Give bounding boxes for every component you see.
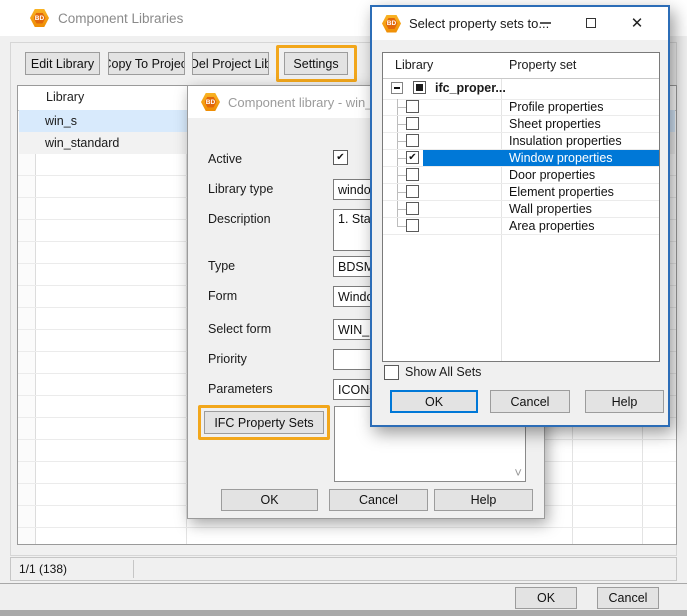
property-set-row[interactable]: ✔ Area properties <box>383 218 659 235</box>
library-column-header: Library <box>46 90 84 104</box>
root-tristate-checkbox[interactable] <box>413 81 426 94</box>
minimize-icon <box>540 22 551 24</box>
tree-connector-tick <box>397 124 406 125</box>
property-set-checkbox[interactable]: ✔ <box>406 117 419 130</box>
dialog-ok-button[interactable]: OK <box>390 390 478 413</box>
property-set-row[interactable]: ✔ Door properties <box>383 167 659 184</box>
property-set-column-header: Property set <box>509 58 576 72</box>
close-button[interactable]: ✕ <box>624 12 650 34</box>
background-ok-button[interactable]: OK <box>515 587 577 609</box>
property-set-label: Wall properties <box>509 202 592 216</box>
bd-dialog-icon: BD <box>382 15 401 33</box>
bottom-window-edge <box>0 610 687 616</box>
minimize-button[interactable] <box>532 12 558 34</box>
form-label: Form <box>208 289 237 303</box>
property-set-label: Element properties <box>509 185 614 199</box>
property-sets-list[interactable]: Library Property set ifc_proper... ✔ Pro… <box>382 52 660 362</box>
property-set-label: Sheet properties <box>509 117 601 131</box>
bd-dialog-icon: BD <box>201 93 220 111</box>
property-set-row[interactable]: ✔ Window properties <box>383 150 659 167</box>
type-label: Type <box>208 259 235 273</box>
property-set-label: Area properties <box>509 219 594 233</box>
edit-library-button[interactable]: Edit Library <box>25 52 100 75</box>
property-set-row[interactable]: ✔ Insulation properties <box>383 133 659 150</box>
dialog-ok-button[interactable]: OK <box>221 489 318 511</box>
status-bar-divider <box>133 560 134 578</box>
tree-connector-tick <box>397 226 406 227</box>
copy-to-project-button[interactable]: Copy To Project <box>108 52 185 75</box>
tree-connector-tick <box>397 192 406 193</box>
priority-label: Priority <box>208 352 247 366</box>
close-icon: ✕ <box>631 16 644 31</box>
property-set-checkbox[interactable]: ✔ <box>406 100 419 113</box>
show-all-sets-checkbox[interactable]: ✔ <box>384 365 399 380</box>
property-set-checkbox[interactable]: ✔ <box>406 168 419 181</box>
parameters-label: Parameters <box>208 382 273 396</box>
property-set-checkbox[interactable]: ✔ <box>406 202 419 215</box>
tree-connector-tick <box>397 175 406 176</box>
tree-connector-tick <box>397 107 406 108</box>
list-header: Library Property set <box>383 53 659 79</box>
dialog-title: Select property sets to... <box>409 16 549 31</box>
description-label: Description <box>208 212 271 226</box>
tree-connector-tick <box>397 158 406 159</box>
property-set-checkbox[interactable]: ✔ <box>406 151 419 164</box>
property-set-row[interactable]: ✔ Wall properties <box>383 201 659 218</box>
main-window-title: Component Libraries <box>58 11 183 26</box>
dialog-cancel-button[interactable]: Cancel <box>329 489 428 511</box>
select-form-label: Select form <box>208 322 271 336</box>
select-property-sets-dialog: BD Select property sets to... ✕ Library … <box>370 5 670 427</box>
dialog-help-button[interactable]: Help <box>585 390 664 413</box>
scroll-down-icon[interactable]: ˅ <box>514 465 522 480</box>
maximize-button[interactable] <box>578 12 604 34</box>
property-set-checkbox[interactable]: ✔ <box>406 219 419 232</box>
library-column-header: Library <box>395 58 433 72</box>
bd-app-icon: BD <box>30 9 49 27</box>
root-library-label: ifc_proper... <box>435 81 506 95</box>
property-set-row[interactable]: ✔ Profile properties <box>383 99 659 116</box>
property-set-label: Window properties <box>509 151 613 165</box>
active-checkbox[interactable]: ✔ <box>333 150 348 165</box>
del-project-lib-button[interactable]: Del Project Lib <box>192 52 269 75</box>
property-set-label: Door properties <box>509 168 595 182</box>
background-cancel-button[interactable]: Cancel <box>597 587 659 609</box>
tree-connector-tick <box>397 209 406 210</box>
dialog-cancel-button[interactable]: Cancel <box>490 390 570 413</box>
record-count-status: 1/1 (138) <box>19 562 67 576</box>
maximize-icon <box>586 18 596 28</box>
settings-button[interactable]: Settings <box>284 52 348 75</box>
property-set-row[interactable]: ✔ Sheet properties <box>383 116 659 133</box>
show-all-sets-label: Show All Sets <box>405 365 481 379</box>
library-type-label: Library type <box>208 182 273 196</box>
tree-connector-tick <box>397 141 406 142</box>
property-set-checkbox[interactable]: ✔ <box>406 134 419 147</box>
property-set-label: Insulation properties <box>509 134 622 148</box>
tree-connector <box>397 218 398 226</box>
library-root-row[interactable]: ifc_proper... <box>383 78 659 100</box>
collapse-expander-icon[interactable] <box>391 82 403 94</box>
active-label: Active <box>208 152 242 166</box>
property-set-checkbox[interactable]: ✔ <box>406 185 419 198</box>
property-set-row[interactable]: ✔ Element properties <box>383 184 659 201</box>
ifc-property-sets-button[interactable]: IFC Property Sets <box>204 411 324 434</box>
property-set-label: Profile properties <box>509 100 604 114</box>
status-bar: 1/1 (138) <box>10 557 677 581</box>
dialog-help-button[interactable]: Help <box>434 489 533 511</box>
